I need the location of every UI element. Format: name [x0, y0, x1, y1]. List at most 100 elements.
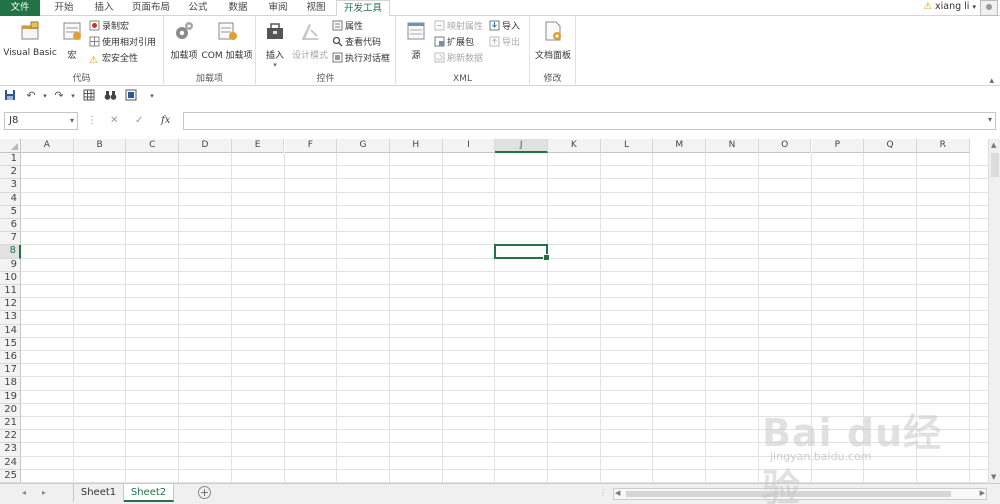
column-header-c[interactable]: C — [126, 139, 180, 153]
row-header-18[interactable]: 18 — [0, 377, 21, 391]
relative-reference-button[interactable]: 使用相对引用 — [89, 36, 156, 51]
row-header-3[interactable]: 3 — [0, 179, 21, 193]
tab-review[interactable]: 审阅 — [260, 0, 296, 16]
row-header-7[interactable]: 7 — [0, 232, 21, 246]
add-sheet-icon[interactable]: + — [198, 486, 211, 499]
tab-developer[interactable]: 开发工具 — [336, 0, 390, 17]
column-header-j[interactable]: J — [495, 139, 548, 153]
com-addins-button[interactable]: COM 加载项 — [200, 20, 254, 61]
column-header-o[interactable]: O — [758, 139, 812, 153]
properties-button[interactable]: 属性 — [332, 20, 363, 35]
scroll-left-icon[interactable]: ◀ — [615, 489, 620, 497]
column-header-n[interactable]: N — [706, 139, 759, 153]
sheet-tab-sheet2[interactable]: Sheet2 — [124, 484, 174, 502]
column-header-r[interactable]: R — [916, 139, 970, 153]
row-header-12[interactable]: 12 — [0, 298, 21, 312]
tab-page-layout[interactable]: 页面布局 — [127, 0, 175, 16]
document-panel-button[interactable]: 文档面板 — [532, 20, 574, 61]
prev-sheet-icon[interactable]: ◂ — [22, 488, 26, 497]
row-header-15[interactable]: 15 — [0, 337, 21, 351]
row-header-19[interactable]: 19 — [0, 390, 21, 404]
row-header-4[interactable]: 4 — [0, 192, 21, 206]
save-icon[interactable] — [3, 89, 17, 103]
select-all-button[interactable] — [0, 139, 21, 153]
redo-icon[interactable]: ↷ — [52, 89, 66, 103]
column-header-e[interactable]: E — [231, 139, 285, 153]
vertical-scrollbar[interactable]: ▲ ▼ — [988, 139, 1000, 483]
tab-home[interactable]: 开始 — [46, 0, 82, 16]
row-header-20[interactable]: 20 — [0, 403, 21, 417]
tab-file[interactable]: 文件 — [0, 0, 40, 16]
run-dialog-button[interactable]: 执行对话框 — [332, 52, 390, 67]
chevron-down-icon[interactable]: ▾ — [70, 113, 74, 129]
addins-button[interactable]: 加载项 — [168, 20, 200, 61]
insert-control-button[interactable]: 插入 ▾ — [260, 20, 290, 69]
worksheet-grid[interactable]: A B C D E F G H I J K L M N O P Q R 1 2 3 4 5 6 7 8 9 10 11 12 13 14 15 1… — [0, 139, 988, 483]
scroll-up-icon[interactable]: ▲ — [991, 141, 996, 149]
horizontal-scroll-thumb[interactable] — [626, 491, 951, 497]
sheet-tab-sheet1[interactable]: Sheet1 — [73, 484, 124, 502]
formula-input[interactable]: ▾ — [183, 112, 996, 130]
chevron-down-icon[interactable]: ▾ — [38, 89, 52, 103]
row-header-23[interactable]: 23 — [0, 443, 21, 457]
column-header-q[interactable]: Q — [864, 139, 917, 153]
column-header-k[interactable]: K — [548, 139, 601, 153]
row-header-24[interactable]: 24 — [0, 456, 21, 470]
import-button[interactable]: 导入 — [489, 20, 520, 35]
horizontal-scrollbar[interactable]: ◀ ▶ — [613, 488, 987, 500]
column-header-a[interactable]: A — [21, 139, 74, 153]
tab-view[interactable]: 视图 — [298, 0, 334, 16]
row-header-5[interactable]: 5 — [0, 205, 21, 219]
column-header-b[interactable]: B — [73, 139, 127, 153]
refresh-data-button[interactable]: 刷新数据 — [434, 52, 483, 67]
row-header-16[interactable]: 16 — [0, 351, 21, 365]
undo-icon[interactable]: ↶ — [24, 89, 38, 103]
row-header-21[interactable]: 21 — [0, 417, 21, 431]
row-header-25[interactable]: 25 — [0, 469, 21, 483]
row-header-8[interactable]: 8 — [0, 245, 21, 259]
macros-button[interactable]: 宏 — [60, 20, 84, 61]
macro-security-button[interactable]: ⚠ 宏安全性 — [89, 52, 138, 67]
tab-data[interactable]: 数据 — [220, 0, 256, 16]
selected-cell[interactable] — [494, 244, 550, 261]
chevron-down-icon[interactable]: ▾ — [988, 115, 992, 124]
column-header-p[interactable]: P — [811, 139, 865, 153]
column-header-i[interactable]: I — [442, 139, 496, 153]
cancel-icon[interactable]: ✕ — [110, 112, 118, 130]
visual-basic-button[interactable]: Visual Basic — [2, 20, 58, 58]
customize-qat-icon[interactable]: ▾ — [145, 89, 159, 103]
row-header-13[interactable]: 13 — [0, 311, 21, 325]
next-sheet-icon[interactable]: ▸ — [42, 488, 46, 497]
user-account[interactable]: ⚠ xiang li ▾ — [923, 1, 976, 12]
export-button[interactable]: 导出 — [489, 36, 520, 51]
row-header-1[interactable]: 1 — [0, 153, 21, 167]
map-properties-button[interactable]: 映射属性 — [434, 20, 483, 35]
row-header-14[interactable]: 14 — [0, 324, 21, 338]
tab-insert[interactable]: 插入 — [86, 0, 122, 16]
binoculars-icon[interactable] — [103, 89, 117, 103]
scroll-down-icon[interactable]: ▼ — [991, 473, 996, 481]
scroll-right-icon[interactable]: ▶ — [980, 489, 985, 497]
row-header-22[interactable]: 22 — [0, 430, 21, 444]
row-header-9[interactable]: 9 — [0, 258, 21, 272]
more-options-icon[interactable]: ⋮ — [87, 112, 97, 130]
column-header-m[interactable]: M — [653, 139, 707, 153]
source-button[interactable]: 源 — [402, 20, 430, 61]
row-header-2[interactable]: 2 — [0, 166, 21, 180]
column-header-h[interactable]: H — [389, 139, 443, 153]
column-header-g[interactable]: G — [337, 139, 390, 153]
expansion-packs-button[interactable]: 扩展包 — [434, 36, 474, 51]
column-header-f[interactable]: F — [284, 139, 338, 153]
tab-formulas[interactable]: 公式 — [180, 0, 216, 16]
name-box[interactable]: J8 ▾ — [4, 112, 78, 130]
view-code-button[interactable]: 查看代码 — [332, 36, 381, 51]
chevron-down-icon[interactable]: ▾ — [66, 89, 80, 103]
more-options-icon[interactable]: ⋮ — [599, 488, 607, 497]
insert-function-icon[interactable]: fx — [161, 112, 170, 130]
design-mode-button[interactable]: 设计模式 — [290, 20, 330, 61]
enter-icon[interactable]: ✓ — [135, 112, 143, 130]
row-header-11[interactable]: 11 — [0, 285, 21, 299]
row-header-10[interactable]: 10 — [0, 271, 21, 285]
table-icon[interactable] — [82, 89, 96, 103]
avatar[interactable] — [980, 0, 998, 16]
